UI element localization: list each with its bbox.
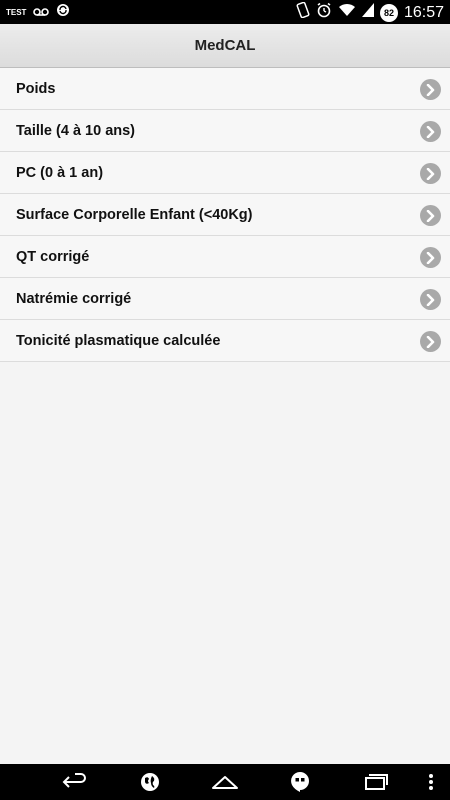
chevron-right-icon[interactable] [420,205,441,226]
chevron-right-icon[interactable] [420,163,441,184]
vibrate-icon [296,1,310,23]
list-item-label: Tonicité plasmatique calculée [16,332,221,349]
chevron-right-icon[interactable] [420,121,441,142]
list-item-label: Surface Corporelle Enfant (<40Kg) [16,206,253,223]
menu-list: Poids Taille (4 à 10 ans) PC (0 à 1 an) … [0,68,450,362]
chevron-right-icon[interactable] [420,289,441,310]
list-item-taille[interactable]: Taille (4 à 10 ans) [0,110,450,152]
app-bar: MedCAL [0,24,450,68]
status-time: 16:57 [403,3,444,21]
voicemail-icon [33,4,50,22]
list-item-qt-corrige[interactable]: QT corrigé [0,236,450,278]
recent-apps-icon[interactable] [362,768,390,796]
list-item-label: Taille (4 à 10 ans) [16,122,136,139]
globe-icon[interactable] [138,768,162,796]
list-item-label: Natrémie corrigé [16,290,132,307]
list-item-natremie[interactable]: Natrémie corrigé [0,278,450,320]
list-item-tonicite[interactable]: Tonicité plasmatique calculée [0,320,450,362]
list-item-surface-corporelle[interactable]: Surface Corporelle Enfant (<40Kg) [0,194,450,236]
list-item-label: QT corrigé [16,248,90,265]
hangouts-icon[interactable] [289,768,311,796]
overflow-menu-icon[interactable] [424,768,438,796]
chevron-right-icon[interactable] [420,247,441,268]
chevron-right-icon[interactable] [420,331,441,352]
home-icon[interactable] [209,768,241,796]
sync-icon [56,3,70,22]
signal-icon [361,3,374,22]
list-item-label: Poids [16,80,56,97]
list-item-poids[interactable]: Poids [0,68,450,110]
back-icon[interactable] [58,768,92,796]
status-bar: TEST 82 16:57 [0,0,450,24]
test-icon: TEST [6,7,27,17]
alarm-icon [316,2,332,23]
list-item-label: PC (0 à 1 an) [16,164,104,181]
list-item-pc[interactable]: PC (0 à 1 an) [0,152,450,194]
chevron-right-icon[interactable] [420,79,441,100]
battery-icon: 82 [379,3,398,22]
wifi-icon [338,3,356,22]
page-title: MedCAL [194,37,256,54]
navigation-bar [0,764,450,800]
